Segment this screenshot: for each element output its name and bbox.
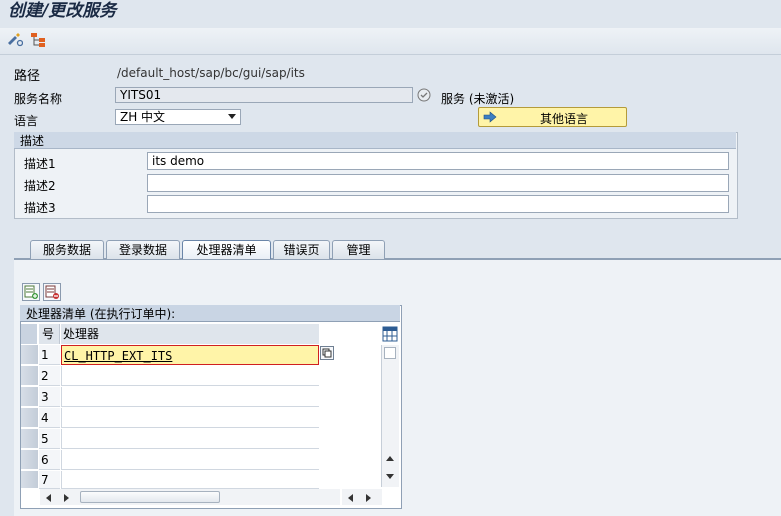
row-selector[interactable]	[21, 408, 38, 428]
service-name-label: 服务名称	[14, 92, 63, 106]
tab-administration[interactable]: 管理	[332, 240, 385, 259]
row-selector[interactable]	[21, 387, 38, 407]
page-title: 创建/更改服务	[8, 1, 117, 21]
row-number: 3	[39, 387, 60, 407]
handler-table-title-label: 处理器清单 (在执行订单中):	[26, 307, 176, 321]
description-2-field[interactable]	[147, 174, 729, 192]
scroll-right-icon[interactable]	[366, 494, 371, 502]
handler-cell[interactable]	[61, 450, 319, 470]
title-bar: 创建/更改服务	[0, 0, 781, 28]
handler-cell[interactable]	[61, 387, 319, 407]
language-value: ZH 中文	[120, 110, 166, 124]
path-value: /default_host/sap/bc/gui/sap/its	[117, 66, 305, 80]
horizontal-scrollbar[interactable]	[40, 489, 340, 505]
scroll-thumb[interactable]	[384, 347, 396, 359]
row-number: 7	[39, 471, 60, 489]
scroll-left-icon[interactable]	[46, 494, 51, 502]
row-selector[interactable]	[21, 450, 38, 470]
horizontal-scrollbar-secondary[interactable]	[342, 489, 382, 505]
handler-cell[interactable]	[61, 429, 319, 449]
hierarchy-icon[interactable]	[28, 31, 48, 49]
service-status-icon	[416, 87, 432, 103]
scroll-up-icon[interactable]	[386, 456, 394, 461]
row-selector[interactable]	[21, 345, 38, 365]
language-label: 语言	[14, 114, 39, 128]
tab-error-pages[interactable]: 错误页	[273, 240, 330, 259]
display-change-icon[interactable]	[5, 31, 25, 49]
description-header-label: 描述	[20, 134, 45, 148]
arrow-right-icon	[483, 111, 497, 126]
language-select[interactable]: ZH 中文	[115, 109, 241, 125]
delete-row-icon[interactable]	[43, 283, 61, 301]
handler-cell-focused[interactable]: CL_HTTP_EXT_ITS	[61, 345, 319, 365]
description-3-label: 描述3	[24, 201, 56, 215]
row-number: 5	[39, 429, 60, 449]
tab-service-data[interactable]: 服务数据	[30, 240, 104, 259]
handler-cell[interactable]	[61, 471, 319, 489]
column-header-handler[interactable]: 处理器	[61, 324, 319, 344]
value-help-icon[interactable]	[320, 346, 334, 360]
row-number: 1	[39, 345, 60, 365]
tab-handler-list[interactable]: 处理器清单	[182, 240, 271, 259]
handler-cell[interactable]	[61, 366, 319, 386]
handler-cell[interactable]	[61, 408, 319, 428]
row-number: 6	[39, 450, 60, 470]
service-name-field[interactable]: YITS01	[115, 87, 413, 103]
tab-logon-data[interactable]: 登录数据	[106, 240, 180, 259]
description-header: 描述	[14, 132, 736, 149]
table-settings-icon[interactable]	[382, 326, 398, 342]
description-2-label: 描述2	[24, 179, 56, 193]
column-header-num[interactable]: 号	[39, 324, 60, 344]
description-1-label: 描述1	[24, 157, 56, 171]
chevron-down-icon	[228, 114, 236, 119]
service-status: 服务 (未激活)	[441, 92, 515, 106]
select-all-cell[interactable]	[21, 324, 38, 344]
other-languages-button[interactable]: 其他语言	[478, 107, 627, 127]
description-1-field[interactable]: its demo	[147, 152, 729, 170]
scroll-thumb[interactable]	[80, 491, 220, 503]
path-label: 路径	[14, 69, 41, 84]
insert-row-icon[interactable]	[22, 283, 40, 301]
description-3-field[interactable]	[147, 195, 729, 213]
row-number: 4	[39, 408, 60, 428]
application-toolbar	[0, 28, 781, 55]
scroll-left-icon[interactable]	[348, 494, 353, 502]
other-languages-label: 其他语言	[540, 112, 589, 126]
vertical-scrollbar[interactable]	[381, 345, 399, 487]
scroll-down-icon[interactable]	[386, 474, 394, 479]
row-selector[interactable]	[21, 429, 38, 449]
row-number: 2	[39, 366, 60, 386]
scroll-right-icon[interactable]	[64, 494, 69, 502]
row-selector[interactable]	[21, 471, 38, 489]
handler-table-title: 处理器清单 (在执行订单中):	[20, 305, 400, 322]
row-selector[interactable]	[21, 366, 38, 386]
